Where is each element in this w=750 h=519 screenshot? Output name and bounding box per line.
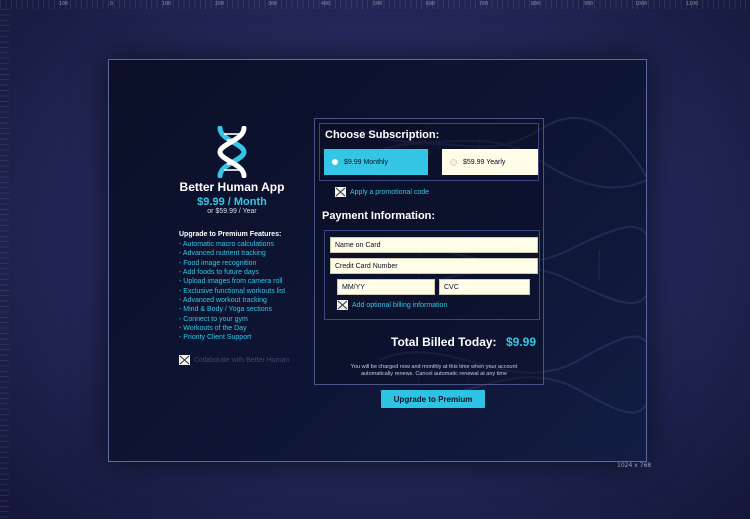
ruler-mark: 900 [584, 1, 594, 7]
ruler-mark: 600 [426, 1, 436, 7]
checkbox-icon[interactable] [337, 300, 348, 310]
collaborate-label: Collaborate with Better Human [194, 356, 290, 364]
feature-item: - Exclusive functional workouts list [179, 287, 286, 295]
ruler-numbers: -100 0 100 200 300 400 500 600 700 800 9… [0, 1, 750, 9]
checkbox-icon[interactable] [335, 187, 346, 197]
ruler-mark: 100 [162, 1, 172, 7]
ruler-mark: 400 [321, 1, 331, 7]
upgrade-button[interactable]: Upgrade to Premium [381, 390, 485, 408]
promo-code-option[interactable]: Apply a promotional code [335, 187, 429, 197]
expiry-field[interactable]: MM/YY [337, 279, 435, 295]
name-on-card-field[interactable]: Name on Card [330, 237, 538, 253]
ruler-mark: 1000 [635, 1, 648, 7]
yearly-option[interactable]: $59.99 Yearly [442, 149, 538, 175]
dna-logo-icon [217, 126, 247, 178]
feature-item: - Advanced workout tracking [179, 297, 267, 305]
ruler-mark: 800 [531, 1, 541, 7]
subscription-box: Choose Subscription: $9.99 Monthly $59.9… [319, 123, 539, 181]
ruler-mark: 200 [215, 1, 225, 7]
radio-unselected-icon[interactable] [450, 158, 457, 166]
checkout-panel: Choose Subscription: $9.99 Monthly $59.9… [314, 118, 544, 385]
billing-note: You will be charged now and monthly at t… [350, 364, 518, 377]
feature-item: - Automatic macro calculations [179, 241, 274, 248]
yearly-price: or $59.99 / Year [207, 208, 257, 215]
total-label: Total Billed Today: [391, 335, 497, 349]
cvc-field[interactable]: CVC [439, 279, 530, 295]
card-number-field[interactable]: Credit Card Number [330, 258, 538, 274]
yearly-option-label: $59.99 Yearly [463, 158, 506, 166]
billing-info-option[interactable]: Add optional billing information [337, 300, 447, 310]
feature-item: - Mind & Body / Yoga sections [179, 306, 272, 314]
monthly-option-label: $9.99 Monthly [344, 158, 388, 166]
feature-item: - Add foods to future days [179, 269, 259, 277]
ruler-mark: 1100 [686, 1, 699, 7]
feature-item: - Advanced nutrient tracking [179, 250, 266, 258]
collaborate-option[interactable]: Collaborate with Better Human [179, 355, 289, 365]
features-list: - Automatic macro calculations - Advance… [179, 240, 285, 343]
features-title: Upgrade to Premium Features: [179, 231, 282, 238]
promo-code-link[interactable]: Apply a promotional code [350, 189, 429, 196]
ruler-left [0, 9, 9, 519]
feature-item: - Food image recognition [179, 259, 257, 267]
monthly-option[interactable]: $9.99 Monthly [324, 149, 428, 175]
ruler-mark: 300 [268, 1, 278, 7]
checkbox-icon[interactable] [179, 355, 190, 365]
ruler-mark: 500 [373, 1, 383, 7]
feature-item: - Priority Client Support [179, 334, 252, 342]
subscription-heading: Choose Subscription: [325, 129, 440, 141]
ruler-mark: 700 [479, 1, 489, 7]
feature-item: - Connect to your gym [179, 315, 248, 323]
feature-item: - Workouts of the Day [179, 325, 247, 333]
canvas-size-label: 1024 x 768 [617, 462, 652, 469]
payment-heading: Payment Information: [322, 210, 436, 222]
app-name: Better Human App [179, 180, 285, 194]
billing-info-link[interactable]: Add optional billing information [352, 302, 447, 309]
artboard: Better Human App $9.99 / Month or $59.99… [108, 59, 647, 462]
feature-item: - Upload images from camera roll [179, 278, 283, 286]
ruler-mark: -100 [56, 1, 69, 7]
payment-box: Name on Card Credit Card Number MM/YY CV… [324, 230, 540, 320]
ruler-mark: 0 [110, 1, 114, 7]
radio-selected-icon[interactable] [332, 159, 338, 165]
total-value: $9.99 [506, 335, 537, 349]
monthly-price: $9.99 / Month [197, 196, 267, 208]
